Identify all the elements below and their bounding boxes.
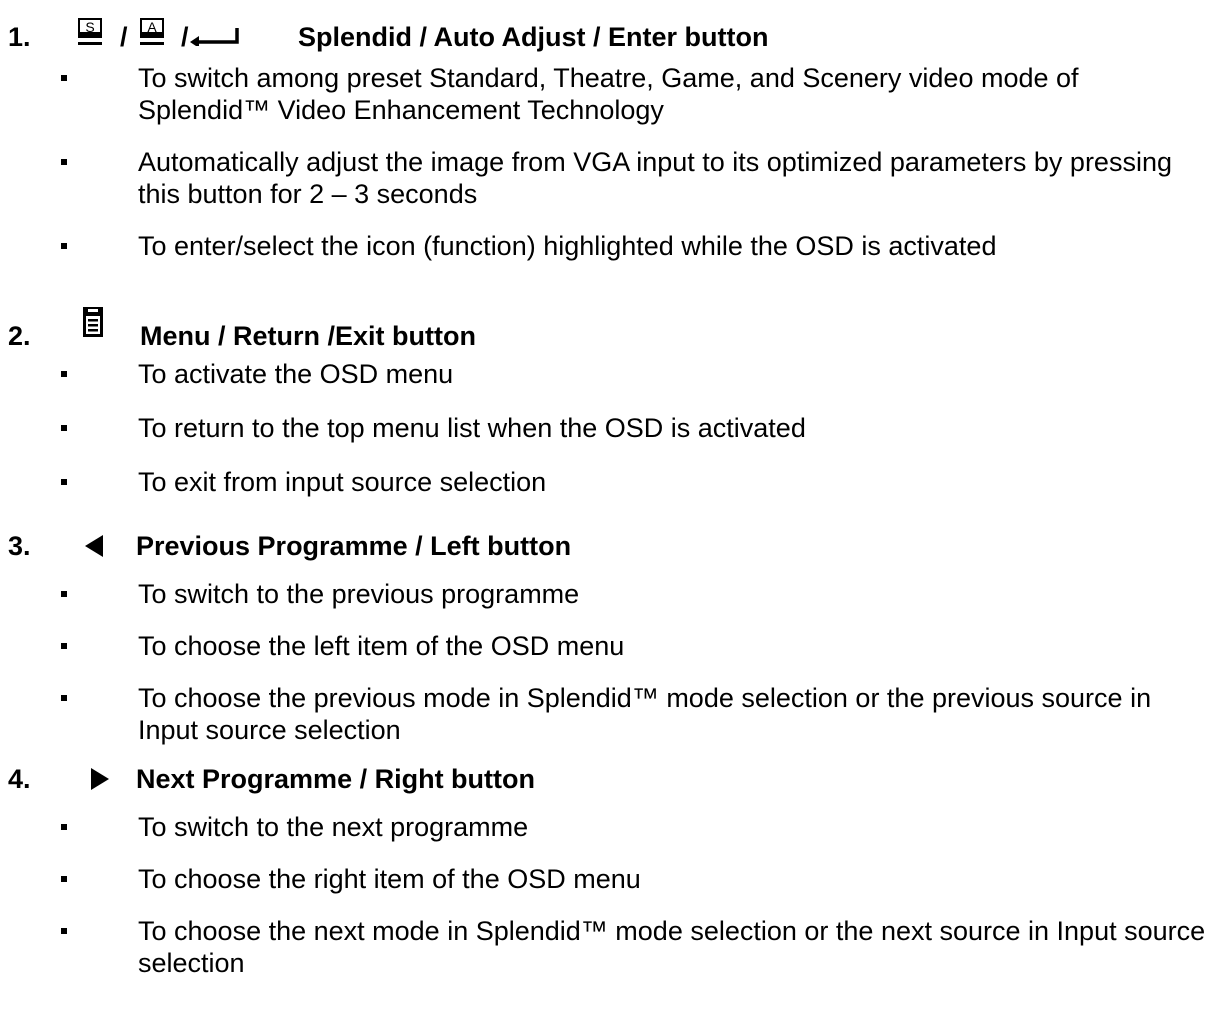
list-item: To exit from input source selection — [0, 466, 1225, 498]
section-previous-left: 3. Previous Programme / Left button To s… — [0, 530, 1225, 746]
list-item: To switch among preset Standard, Theatre… — [0, 62, 1225, 126]
bullet-text: To activate the OSD menu — [138, 359, 454, 389]
left-triangle-icon — [84, 534, 104, 558]
title-separator: / — [181, 22, 189, 52]
section-menu-return-exit: 2. Menu / Return /Exit button To activat… — [0, 306, 1225, 498]
bullet-text: To exit from input source selection — [138, 467, 547, 497]
section-title: Next Programme / Right button — [136, 764, 536, 794]
section-heading: 1. S / A / Splendid / Auto Adjust / Ente… — [0, 18, 1225, 62]
bullet-list: To switch among preset Standard, Theatre… — [0, 62, 1225, 262]
bullet-text: To enter/select the icon (function) high… — [138, 231, 997, 261]
section-splendid-auto-adjust-enter: 1. S / A / Splendid / Auto Adjust / Ente… — [0, 18, 1225, 262]
bullet-marker — [61, 928, 67, 934]
bullet-text: To choose the right item of the OSD menu — [138, 864, 641, 894]
bullet-list: To switch to the next programme To choos… — [0, 811, 1225, 979]
bullet-marker — [61, 243, 67, 249]
section-title: Splendid / Auto Adjust / Enter button — [298, 22, 769, 52]
splendid-s-icon: S — [77, 18, 103, 46]
bullet-text: To switch to the previous programme — [138, 579, 580, 609]
bullet-text: To choose the next mode in Splendid™ mod… — [138, 916, 1206, 978]
list-item: To choose the left item of the OSD menu — [0, 630, 1225, 662]
bullet-marker — [61, 75, 67, 81]
section-number: 3. — [8, 531, 31, 561]
bullet-text: To return to the top menu list when the … — [138, 413, 806, 443]
list-item: To return to the top menu list when the … — [0, 412, 1225, 444]
section-heading: 2. Menu / Return /Exit button — [0, 306, 1225, 351]
bullet-text: To choose the previous mode in Splendid™… — [138, 683, 1152, 745]
bullet-marker — [61, 643, 67, 649]
bullet-text: To switch to the next programme — [138, 812, 529, 842]
bullet-text: To switch among preset Standard, Theatre… — [138, 63, 1079, 125]
section-number: 2. — [8, 321, 31, 351]
enter-arrow-icon — [190, 26, 240, 48]
list-item: To enter/select the icon (function) high… — [0, 230, 1225, 262]
bullet-list: To activate the OSD menu To return to th… — [0, 358, 1225, 498]
bullet-marker — [61, 695, 67, 701]
section-number: 1. — [8, 22, 31, 52]
list-item: To switch to the previous programme — [0, 578, 1225, 610]
bullet-marker — [61, 479, 67, 485]
bullet-list: To switch to the previous programme To c… — [0, 578, 1225, 746]
bullet-marker — [61, 371, 67, 377]
bullet-text: Automatically adjust the image from VGA … — [138, 147, 1172, 209]
svg-text:S: S — [85, 19, 94, 35]
list-item: Automatically adjust the image from VGA … — [0, 146, 1225, 210]
list-item: To choose the previous mode in Splendid™… — [0, 682, 1225, 746]
section-heading: 3. Previous Programme / Left button — [0, 530, 1225, 574]
bullet-marker — [61, 824, 67, 830]
bullet-marker — [61, 425, 67, 431]
bullet-marker — [61, 591, 67, 597]
menu-icon — [82, 306, 104, 338]
section-title: Menu / Return /Exit button — [140, 321, 476, 351]
auto-adjust-a-icon: A — [139, 18, 165, 46]
list-item: To choose the next mode in Splendid™ mod… — [0, 915, 1225, 979]
list-item: To activate the OSD menu — [0, 358, 1225, 390]
bullet-marker — [61, 876, 67, 882]
title-separator: / — [120, 22, 128, 52]
list-item: To switch to the next programme — [0, 811, 1225, 843]
section-heading: 4. Next Programme / Right button — [0, 763, 1225, 807]
list-item: To choose the right item of the OSD menu — [0, 863, 1225, 895]
section-title: Previous Programme / Left button — [136, 531, 572, 561]
bullet-text: To choose the left item of the OSD menu — [138, 631, 625, 661]
svg-text:A: A — [147, 19, 157, 35]
right-triangle-icon — [90, 767, 110, 791]
bullet-marker — [61, 159, 67, 165]
section-number: 4. — [8, 764, 31, 794]
section-next-right: 4. Next Programme / Right button To swit… — [0, 763, 1225, 979]
